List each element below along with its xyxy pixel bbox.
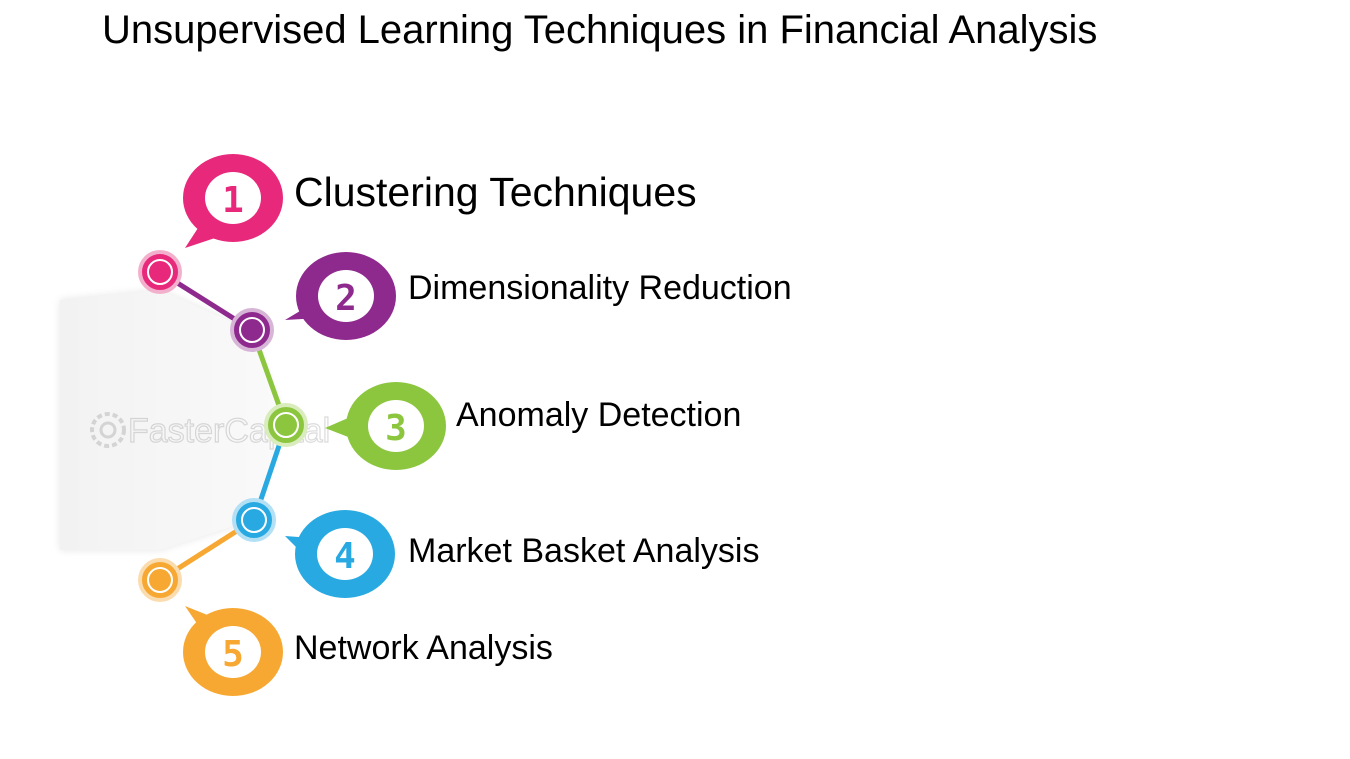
step-number-1: 1	[222, 180, 244, 221]
step-label-3: Anomaly Detection	[456, 396, 742, 434]
steps-diagram: FasterCapital 1 2 3 4 5	[60, 154, 446, 696]
step-marker-2: 2	[285, 252, 396, 340]
node-1	[138, 250, 182, 294]
step-label-5: Network Analysis	[294, 629, 553, 667]
step-number-4: 4	[334, 536, 356, 577]
step-number-3: 3	[385, 408, 407, 449]
node-2	[230, 308, 274, 352]
step-label-2: Dimensionality Reduction	[408, 269, 792, 307]
step-label-4: Market Basket Analysis	[408, 532, 760, 570]
step-label-1: Clustering Techniques	[294, 169, 697, 215]
step-marker-1: 1	[183, 154, 283, 248]
step-marker-4: 4	[285, 510, 395, 598]
step-number-2: 2	[335, 278, 357, 319]
node-3	[264, 403, 308, 447]
step-marker-5: 5	[183, 606, 283, 696]
node-4	[232, 498, 276, 542]
step-marker-3: 3	[325, 382, 446, 470]
node-5	[138, 558, 182, 602]
step-number-5: 5	[222, 634, 244, 675]
